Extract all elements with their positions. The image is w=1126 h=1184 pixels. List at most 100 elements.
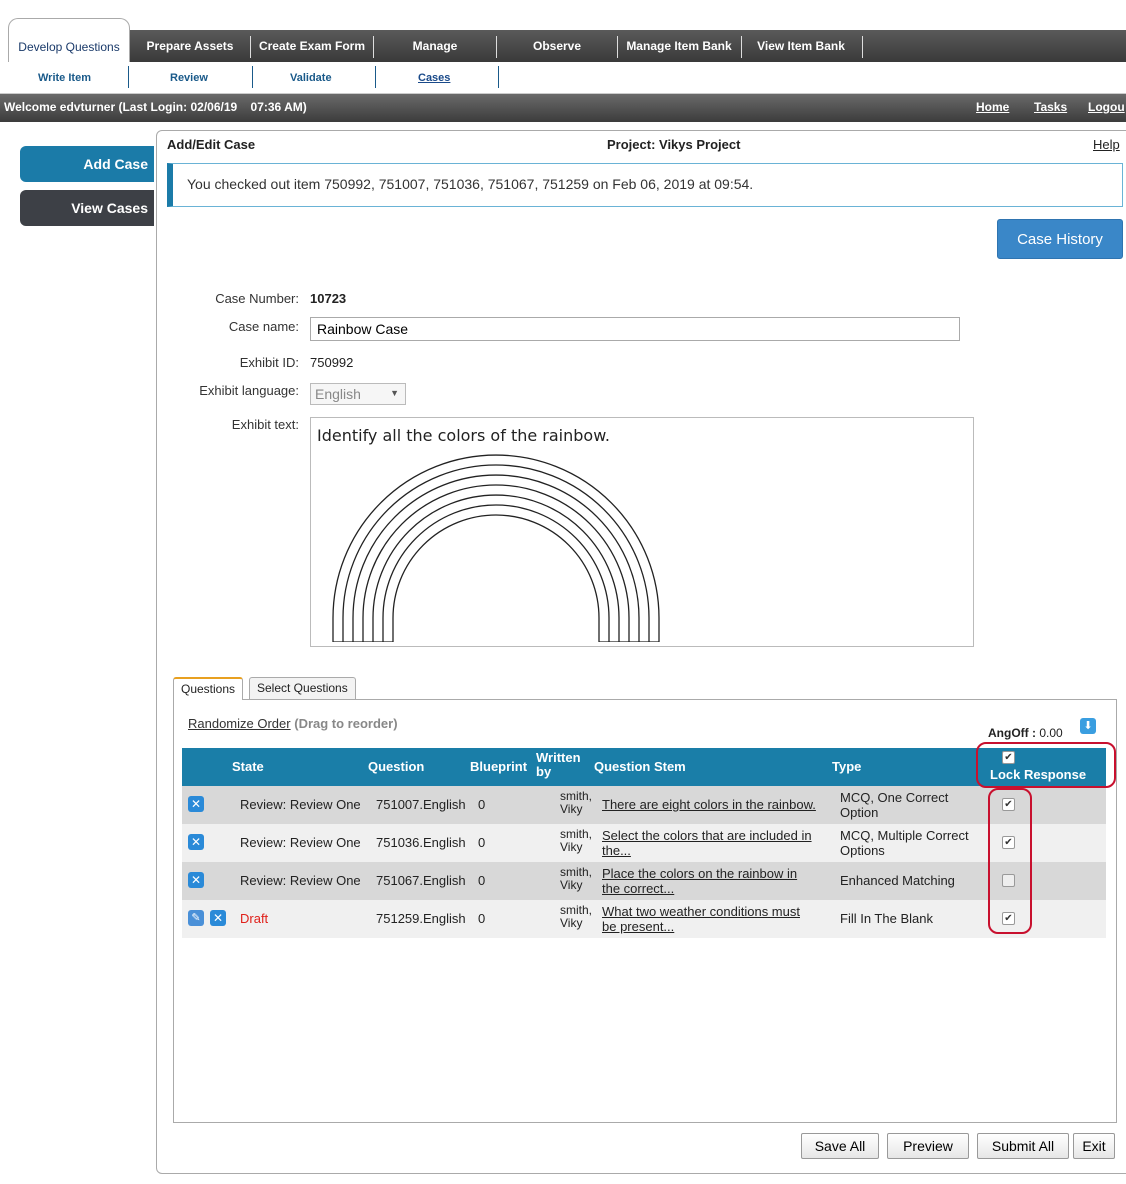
col-question-stem[interactable]: Question Stem [594, 759, 686, 774]
view-cases-button[interactable]: View Cases [20, 190, 154, 226]
col-written-by[interactable]: Written by [536, 751, 581, 779]
subtab-cases[interactable]: Cases [418, 72, 450, 84]
submit-all-button[interactable]: Submit All [977, 1133, 1069, 1159]
tab-manage-item-bank[interactable]: Manage Item Bank [622, 30, 736, 62]
edit-icon[interactable]: ✎ [188, 910, 204, 926]
randomize-order-link[interactable]: Randomize Order [188, 716, 291, 731]
row-stem-line1: There are eight colors in the rainbow. [602, 797, 816, 812]
tab-select-questions[interactable]: Select Questions [249, 677, 356, 699]
tab-manage[interactable]: Manage [380, 30, 490, 62]
tab-divider [741, 36, 742, 58]
row-type: Fill In The Blank [840, 911, 933, 926]
row-writer-line2: Viky [560, 840, 583, 854]
row-question: 751067.English [376, 873, 466, 888]
col-written-by-line1: Written [536, 750, 581, 765]
row-type-line1: MCQ, Multiple Correct [840, 828, 969, 843]
subtab-review[interactable]: Review [170, 72, 208, 84]
row-blueprint: 0 [478, 797, 486, 812]
row-stem-line1: Place the colors on the rainbow in [602, 866, 798, 881]
table-row[interactable]: ✎ ✕ Draft 751259.English 0 smith, Viky What two… [182, 900, 1106, 938]
remove-icon[interactable]: ✕ [188, 872, 204, 888]
save-all-button[interactable]: Save All [801, 1133, 879, 1159]
case-number-label: Case Number: [215, 291, 299, 306]
subtab-write-item[interactable]: Write Item [38, 72, 91, 84]
remove-icon[interactable]: ✕ [210, 910, 226, 926]
preview-button[interactable]: Preview [887, 1133, 969, 1159]
remove-icon[interactable]: ✕ [188, 834, 204, 850]
exhibit-text-editor[interactable]: Identify all the colors of the rainbow. [310, 417, 974, 647]
row-written-by: smith, Viky [560, 866, 592, 892]
row-blueprint: 0 [478, 873, 486, 888]
tab-questions[interactable]: Questions [173, 677, 244, 700]
tab-create-exam-form[interactable]: Create Exam Form [254, 30, 370, 62]
col-question[interactable]: Question [368, 759, 424, 774]
lock-response-checkbox[interactable]: ✔ [1002, 836, 1015, 849]
row-question: 751036.English [376, 835, 466, 850]
row-question-stem-link[interactable]: There are eight colors in the rainbow. [602, 797, 816, 812]
subtab-divider [252, 66, 253, 88]
logout-link[interactable]: Logou [1088, 100, 1125, 114]
row-blueprint: 0 [478, 911, 486, 926]
lock-response-checkbox[interactable]: ✔ [1002, 798, 1015, 811]
row-stem-line2: the correct... [602, 881, 675, 896]
table-row[interactable]: ✕ Review: Review One 751007.English 0 smith,… [182, 786, 1106, 824]
col-blueprint[interactable]: Blueprint [470, 759, 527, 774]
home-link[interactable]: Home [976, 100, 1009, 114]
add-edit-case-panel: Add/Edit Case Project: Vikys Project Hel… [156, 130, 1126, 1174]
subtab-validate[interactable]: Validate [290, 72, 332, 84]
exit-button[interactable]: Exit [1073, 1133, 1115, 1159]
project-name: Project: Vikys Project [607, 137, 741, 152]
exhibit-text-label: Exhibit text: [231, 417, 299, 432]
tab-divider [617, 36, 618, 58]
tab-prepare-assets[interactable]: Prepare Assets [138, 30, 242, 62]
row-writer-line2: Viky [560, 802, 583, 816]
tab-divider [496, 36, 497, 58]
case-history-button[interactable]: Case History [997, 219, 1123, 259]
row-question-stem-link[interactable]: Place the colors on the rainbow in the co… [602, 866, 797, 896]
col-type[interactable]: Type [832, 759, 861, 774]
table-header: State Question Blueprint Written by Ques… [182, 748, 1106, 786]
subtab-divider [128, 66, 129, 88]
lock-response-checkbox[interactable] [1002, 874, 1015, 887]
exhibit-language-label: Exhibit language: [199, 383, 299, 398]
tasks-link[interactable]: Tasks [1034, 100, 1067, 114]
exhibit-id-value: 750992 [310, 355, 354, 370]
row-type-line1: MCQ, One Correct [840, 790, 949, 805]
welcome-message: Welcome edvturner (Last Login: 02/06/19 … [4, 100, 307, 114]
tab-divider [250, 36, 251, 58]
row-stem-line1: Select the colors that are included in [602, 828, 812, 843]
panel-title: Add/Edit Case [167, 137, 256, 152]
case-name-input[interactable] [310, 317, 960, 341]
row-state: Review: Review One [240, 835, 361, 850]
lock-response-checkbox[interactable]: ✔ [1002, 912, 1015, 925]
remove-icon[interactable]: ✕ [188, 796, 204, 812]
row-type: MCQ, Multiple Correct Options [840, 828, 969, 858]
questions-table: State Question Blueprint Written by Ques… [182, 748, 1106, 938]
row-stem-line2: the... [602, 843, 631, 858]
col-state[interactable]: State [232, 759, 264, 774]
row-stem-line1: What two weather conditions must [602, 904, 800, 919]
row-question: 751007.English [376, 797, 466, 812]
add-case-button[interactable]: Add Case [20, 146, 154, 182]
row-question-stem-link[interactable]: What two weather conditions must be prese… [602, 904, 800, 934]
welcome-bar: Welcome edvturner (Last Login: 02/06/19 … [0, 94, 1126, 122]
tab-observe[interactable]: Observe [500, 30, 614, 62]
row-written-by: smith, Viky [560, 828, 592, 854]
help-link[interactable]: Help [1093, 137, 1120, 152]
tab-view-item-bank[interactable]: View Item Bank [746, 30, 856, 62]
table-row[interactable]: ✕ Review: Review One 751036.English 0 smith,… [182, 824, 1106, 862]
questions-panel: Randomize Order (Drag to reorder) AngOff… [173, 699, 1117, 1123]
row-question-stem-link[interactable]: Select the colors that are included in th… [602, 828, 812, 858]
row-type-line1: Fill In The Blank [840, 911, 933, 926]
drag-hint: (Drag to reorder) [294, 716, 398, 731]
lock-response-all-checkbox[interactable]: ✔ [1002, 751, 1015, 764]
download-icon[interactable]: ⬇ [1080, 718, 1096, 734]
exhibit-language-select[interactable]: English ▼ [310, 383, 406, 405]
table-row[interactable]: ✕ Review: Review One 751067.English 0 smith,… [182, 862, 1106, 900]
tab-develop-questions[interactable]: Develop Questions [8, 18, 130, 62]
row-writer-line2: Viky [560, 878, 583, 892]
row-type-line2: Options [840, 843, 885, 858]
randomize-row: Randomize Order (Drag to reorder) [188, 716, 398, 731]
case-number-value: 10723 [310, 291, 347, 306]
col-written-by-line2: by [536, 764, 552, 779]
